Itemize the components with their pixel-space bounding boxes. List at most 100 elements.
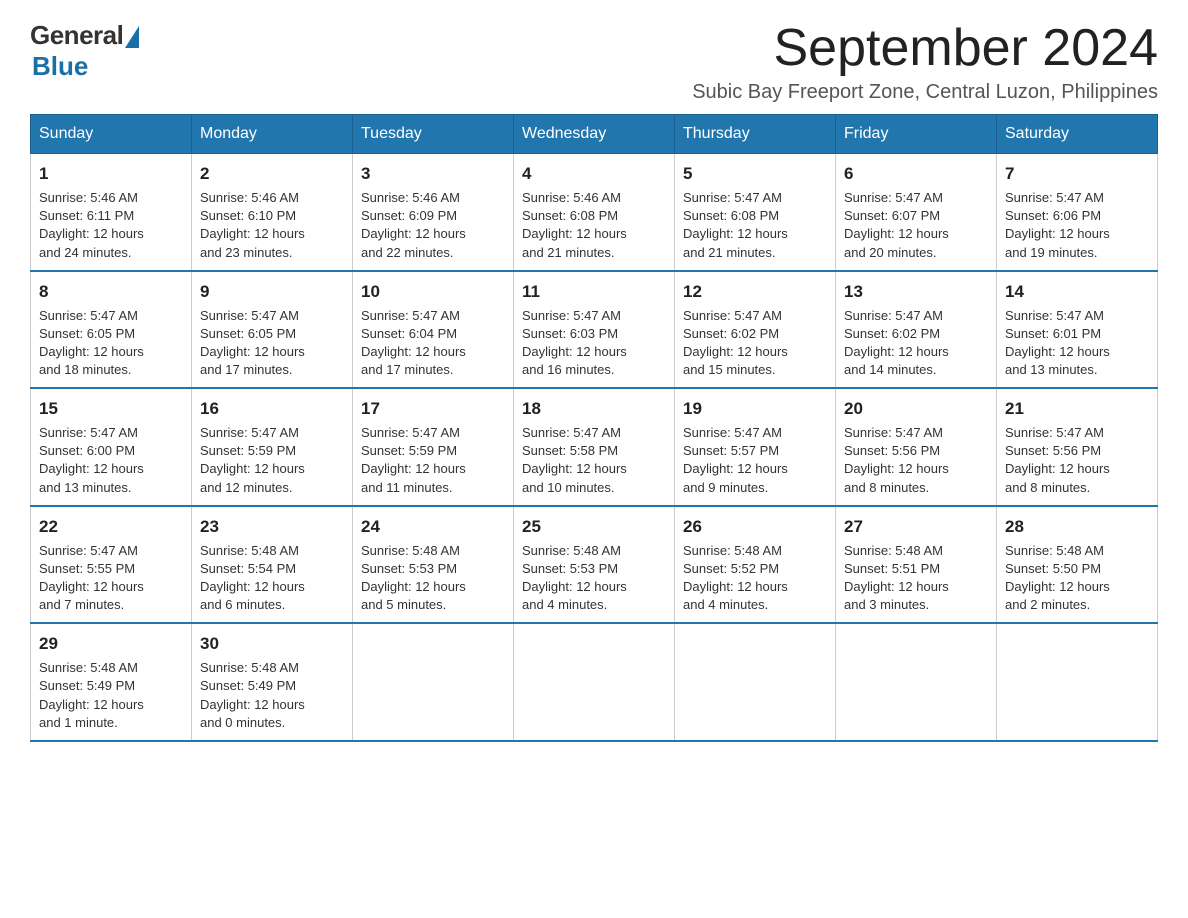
calendar-cell — [997, 623, 1158, 741]
logo-general-text: General — [30, 20, 123, 51]
day-info: Sunrise: 5:47 AMSunset: 6:04 PMDaylight:… — [361, 307, 505, 380]
day-info: Sunrise: 5:47 AMSunset: 6:03 PMDaylight:… — [522, 307, 666, 380]
day-info: Sunrise: 5:48 AMSunset: 5:53 PMDaylight:… — [522, 542, 666, 615]
day-number: 18 — [522, 397, 666, 421]
calendar-cell: 9 Sunrise: 5:47 AMSunset: 6:05 PMDaylight… — [192, 271, 353, 389]
calendar-cell: 19Sunrise: 5:47 AMSunset: 5:57 PMDayligh… — [675, 388, 836, 506]
calendar-cell — [353, 623, 514, 741]
logo-blue-text: Blue — [32, 51, 88, 82]
day-number: 15 — [39, 397, 183, 421]
calendar-cell: 16Sunrise: 5:47 AMSunset: 5:59 PMDayligh… — [192, 388, 353, 506]
column-header-monday: Monday — [192, 115, 353, 154]
column-header-tuesday: Tuesday — [353, 115, 514, 154]
calendar-cell: 1 Sunrise: 5:46 AMSunset: 6:11 PMDaylight… — [31, 154, 192, 271]
calendar-table: SundayMondayTuesdayWednesdayThursdayFrid… — [30, 114, 1158, 742]
calendar-cell: 5Sunrise: 5:47 AMSunset: 6:08 PMDaylight… — [675, 154, 836, 271]
calendar-header-row: SundayMondayTuesdayWednesdayThursdayFrid… — [31, 115, 1158, 154]
day-info: Sunrise: 5:47 AMSunset: 6:00 PMDaylight:… — [39, 424, 183, 497]
day-info: Sunrise: 5:46 AMSunset: 6:08 PMDaylight:… — [522, 189, 666, 262]
day-number: 22 — [39, 515, 183, 539]
calendar-week-row: 29 Sunrise: 5:48 AMSunset: 5:49 PMDayligh… — [31, 623, 1158, 741]
calendar-cell: 26 Sunrise: 5:48 AMSunset: 5:52 PMDayligh… — [675, 506, 836, 624]
day-info: Sunrise: 5:47 AMSunset: 6:06 PMDaylight:… — [1005, 189, 1149, 262]
calendar-cell — [514, 623, 675, 741]
day-number: 20 — [844, 397, 988, 421]
day-number: 8 — [39, 280, 183, 304]
calendar-cell — [836, 623, 997, 741]
day-number: 26 — [683, 515, 827, 539]
day-number: 29 — [39, 632, 183, 656]
day-number: 7 — [1005, 162, 1149, 186]
calendar-cell: 10 Sunrise: 5:47 AMSunset: 6:04 PMDayligh… — [353, 271, 514, 389]
calendar-cell: 25 Sunrise: 5:48 AMSunset: 5:53 PMDayligh… — [514, 506, 675, 624]
month-title: September 2024 — [692, 20, 1158, 77]
logo: General Blue — [30, 20, 139, 82]
day-info: Sunrise: 5:47 AMSunset: 6:07 PMDaylight:… — [844, 189, 988, 262]
day-info: Sunrise: 5:48 AMSunset: 5:50 PMDaylight:… — [1005, 542, 1149, 615]
day-number: 9 — [200, 280, 344, 304]
location-subtitle: Subic Bay Freeport Zone, Central Luzon, … — [692, 81, 1158, 104]
calendar-cell: 18 Sunrise: 5:47 AMSunset: 5:58 PMDayligh… — [514, 388, 675, 506]
day-info: Sunrise: 5:47 AMSunset: 5:59 PMDaylight:… — [361, 424, 505, 497]
calendar-cell: 23 Sunrise: 5:48 AMSunset: 5:54 PMDayligh… — [192, 506, 353, 624]
day-info: Sunrise: 5:48 AMSunset: 5:54 PMDaylight:… — [200, 542, 344, 615]
calendar-cell: 21Sunrise: 5:47 AMSunset: 5:56 PMDayligh… — [997, 388, 1158, 506]
day-info: Sunrise: 5:47 AMSunset: 6:05 PMDaylight:… — [39, 307, 183, 380]
calendar-cell: 27 Sunrise: 5:48 AMSunset: 5:51 PMDayligh… — [836, 506, 997, 624]
column-header-saturday: Saturday — [997, 115, 1158, 154]
day-number: 27 — [844, 515, 988, 539]
day-info: Sunrise: 5:48 AMSunset: 5:52 PMDaylight:… — [683, 542, 827, 615]
day-info: Sunrise: 5:47 AMSunset: 5:55 PMDaylight:… — [39, 542, 183, 615]
day-number: 11 — [522, 280, 666, 304]
day-info: Sunrise: 5:46 AMSunset: 6:11 PMDaylight:… — [39, 189, 183, 262]
day-number: 1 — [39, 162, 183, 186]
calendar-cell: 28 Sunrise: 5:48 AMSunset: 5:50 PMDayligh… — [997, 506, 1158, 624]
calendar-cell — [675, 623, 836, 741]
day-info: Sunrise: 5:48 AMSunset: 5:49 PMDaylight:… — [39, 659, 183, 732]
day-number: 2 — [200, 162, 344, 186]
day-number: 30 — [200, 632, 344, 656]
day-number: 17 — [361, 397, 505, 421]
calendar-cell: 20 Sunrise: 5:47 AMSunset: 5:56 PMDayligh… — [836, 388, 997, 506]
day-info: Sunrise: 5:48 AMSunset: 5:53 PMDaylight:… — [361, 542, 505, 615]
day-number: 10 — [361, 280, 505, 304]
calendar-cell: 29 Sunrise: 5:48 AMSunset: 5:49 PMDayligh… — [31, 623, 192, 741]
day-info: Sunrise: 5:48 AMSunset: 5:49 PMDaylight:… — [200, 659, 344, 732]
day-number: 25 — [522, 515, 666, 539]
calendar-week-row: 8 Sunrise: 5:47 AMSunset: 6:05 PMDaylight… — [31, 271, 1158, 389]
column-header-sunday: Sunday — [31, 115, 192, 154]
calendar-cell: 24 Sunrise: 5:48 AMSunset: 5:53 PMDayligh… — [353, 506, 514, 624]
day-number: 6 — [844, 162, 988, 186]
day-info: Sunrise: 5:47 AMSunset: 6:08 PMDaylight:… — [683, 189, 827, 262]
title-section: September 2024 Subic Bay Freeport Zone, … — [692, 20, 1158, 104]
day-number: 28 — [1005, 515, 1149, 539]
calendar-cell: 13Sunrise: 5:47 AMSunset: 6:02 PMDayligh… — [836, 271, 997, 389]
day-info: Sunrise: 5:47 AMSunset: 5:57 PMDaylight:… — [683, 424, 827, 497]
day-info: Sunrise: 5:48 AMSunset: 5:51 PMDaylight:… — [844, 542, 988, 615]
day-info: Sunrise: 5:47 AMSunset: 5:58 PMDaylight:… — [522, 424, 666, 497]
page-header: General Blue September 2024 Subic Bay Fr… — [30, 20, 1158, 104]
calendar-week-row: 22 Sunrise: 5:47 AMSunset: 5:55 PMDayligh… — [31, 506, 1158, 624]
day-info: Sunrise: 5:47 AMSunset: 6:05 PMDaylight:… — [200, 307, 344, 380]
calendar-week-row: 15 Sunrise: 5:47 AMSunset: 6:00 PMDayligh… — [31, 388, 1158, 506]
day-number: 12 — [683, 280, 827, 304]
calendar-cell: 4Sunrise: 5:46 AMSunset: 6:08 PMDaylight… — [514, 154, 675, 271]
day-number: 13 — [844, 280, 988, 304]
calendar-cell: 3Sunrise: 5:46 AMSunset: 6:09 PMDaylight… — [353, 154, 514, 271]
day-number: 23 — [200, 515, 344, 539]
day-info: Sunrise: 5:47 AMSunset: 5:56 PMDaylight:… — [844, 424, 988, 497]
column-header-wednesday: Wednesday — [514, 115, 675, 154]
column-header-thursday: Thursday — [675, 115, 836, 154]
calendar-cell: 14Sunrise: 5:47 AMSunset: 6:01 PMDayligh… — [997, 271, 1158, 389]
day-number: 24 — [361, 515, 505, 539]
calendar-cell: 22 Sunrise: 5:47 AMSunset: 5:55 PMDayligh… — [31, 506, 192, 624]
calendar-week-row: 1 Sunrise: 5:46 AMSunset: 6:11 PMDaylight… — [31, 154, 1158, 271]
day-info: Sunrise: 5:46 AMSunset: 6:10 PMDaylight:… — [200, 189, 344, 262]
day-info: Sunrise: 5:47 AMSunset: 6:02 PMDaylight:… — [683, 307, 827, 380]
calendar-cell: 11 Sunrise: 5:47 AMSunset: 6:03 PMDayligh… — [514, 271, 675, 389]
calendar-cell: 30 Sunrise: 5:48 AMSunset: 5:49 PMDayligh… — [192, 623, 353, 741]
day-number: 3 — [361, 162, 505, 186]
calendar-cell: 6 Sunrise: 5:47 AMSunset: 6:07 PMDaylight… — [836, 154, 997, 271]
calendar-cell: 12 Sunrise: 5:47 AMSunset: 6:02 PMDayligh… — [675, 271, 836, 389]
day-number: 16 — [200, 397, 344, 421]
